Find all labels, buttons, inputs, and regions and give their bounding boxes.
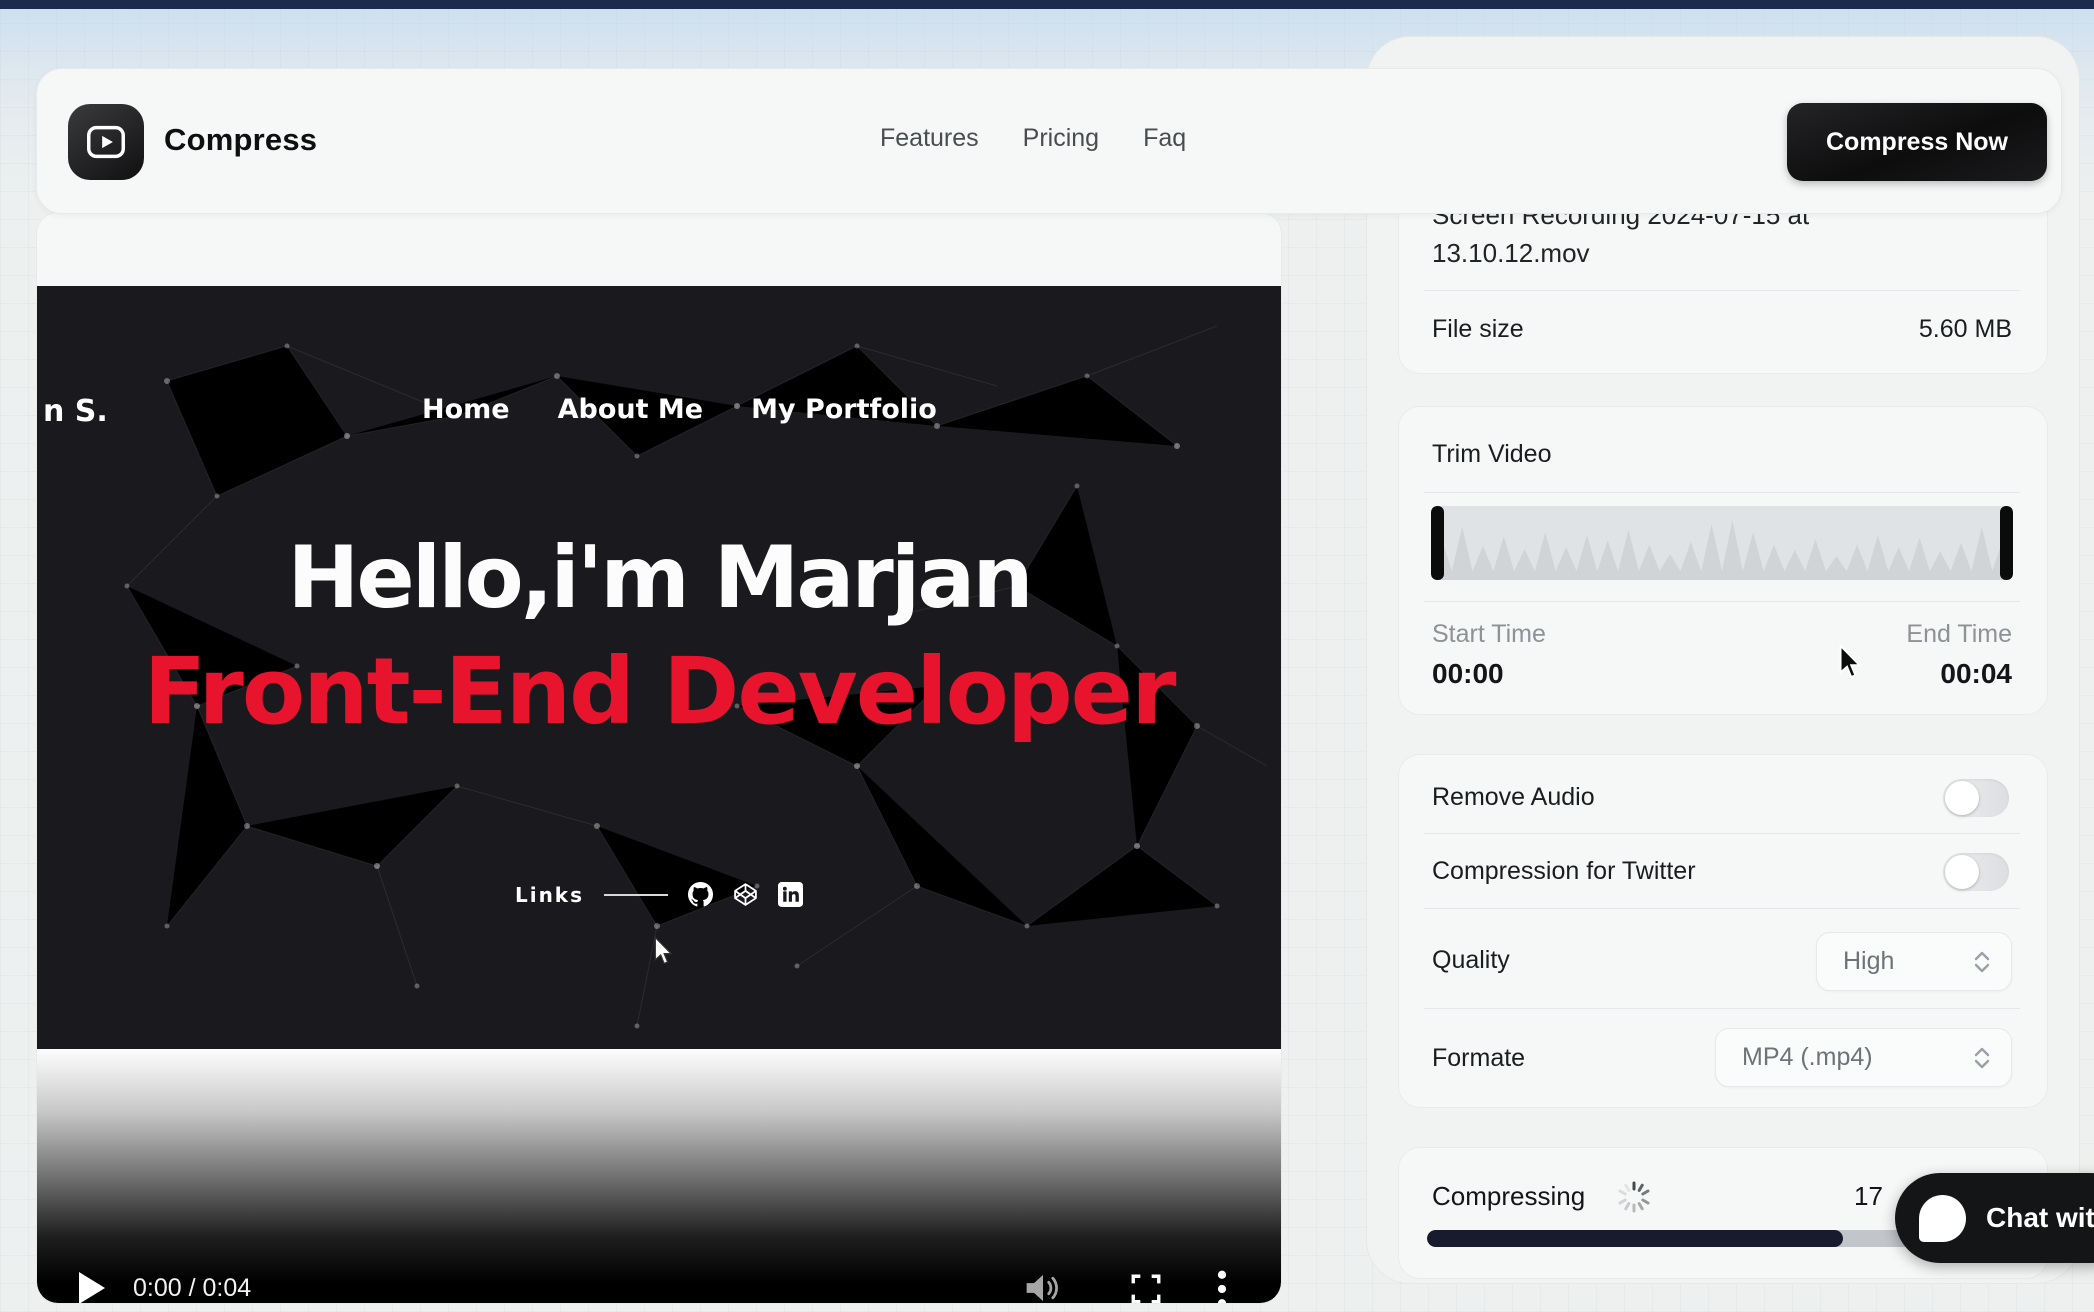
linkedin-icon <box>778 882 803 907</box>
video-player[interactable]: n S. Home About Me My Portfolio Hello,i'… <box>37 286 1281 1303</box>
video-frame-hero: n S. Home About Me My Portfolio Hello,i'… <box>37 286 1281 1049</box>
hero-heading: Hello,i'm Marjan <box>37 528 1281 628</box>
spinner-icon <box>1617 1180 1651 1214</box>
site-nav-portfolio: My Portfolio <box>751 394 937 425</box>
format-select[interactable]: MP4 (.mp4) <box>1715 1028 2012 1087</box>
volume-icon[interactable] <box>1023 1270 1063 1303</box>
trim-end-handle[interactable] <box>2000 506 2013 580</box>
divider <box>1424 290 2020 291</box>
site-logo-fragment: n S. <box>43 394 108 429</box>
file-size-label: File size <box>1432 315 1524 344</box>
controls-gradient-overlay <box>37 1049 1281 1303</box>
divider <box>1424 1008 2020 1009</box>
nav-item-pricing[interactable]: Pricing <box>1023 124 1099 153</box>
top-accent-bar <box>0 0 2094 9</box>
links-divider-line <box>604 894 668 896</box>
trim-start-handle[interactable] <box>1431 506 1444 580</box>
links-label: Links <box>515 883 584 907</box>
fullscreen-icon[interactable] <box>1129 1272 1163 1303</box>
chat-label: Chat wit <box>1986 1202 2094 1234</box>
site-nav: Home About Me My Portfolio <box>422 394 937 425</box>
trim-waveform[interactable] <box>1431 506 2013 580</box>
remove-audio-label: Remove Audio <box>1432 783 1595 812</box>
app-logo[interactable] <box>68 104 144 180</box>
video-preview-card: n S. Home About Me My Portfolio Hello,i'… <box>36 212 1282 1304</box>
brand-title: Compress <box>164 122 317 158</box>
quality-label: Quality <box>1432 946 1510 975</box>
compress-now-button[interactable]: Compress Now <box>1787 103 2047 181</box>
codepen-icon <box>733 882 758 907</box>
site-nav-home: Home <box>422 394 510 425</box>
nav-item-faq[interactable]: Faq <box>1143 124 1186 153</box>
remove-audio-toggle[interactable] <box>1943 779 2009 817</box>
nav-item-features[interactable]: Features <box>880 124 979 153</box>
compression-progress-fill <box>1427 1230 1843 1247</box>
end-time-label: End Time <box>1700 620 2012 649</box>
file-name-line2: 13.10.12.mov <box>1432 234 2012 272</box>
header-nav: Features Pricing Faq <box>880 124 1186 153</box>
chevron-updown-icon <box>1971 949 1993 975</box>
format-label: Formate <box>1432 1044 1525 1073</box>
divider <box>1424 601 2020 602</box>
divider <box>1424 908 2020 909</box>
start-time-label: Start Time <box>1432 620 1546 649</box>
trim-title: Trim Video <box>1432 440 1551 469</box>
divider <box>1424 833 2020 834</box>
toggle-knob <box>1945 781 1979 815</box>
app-screen: Screen Recording 2024-07-15 at 13.10.12.… <box>0 0 2094 1312</box>
chevron-updown-icon <box>1971 1045 1993 1071</box>
format-value: MP4 (.mp4) <box>1742 1043 1873 1072</box>
overflow-menu-icon[interactable] <box>1217 1270 1227 1303</box>
chat-bubble-icon <box>1919 1195 1966 1242</box>
twitter-compression-label: Compression for Twitter <box>1432 857 1696 886</box>
toggle-knob <box>1945 855 1979 889</box>
waveform-graphic <box>1431 506 2013 580</box>
hero-subheading: Front-End Developer <box>37 638 1281 745</box>
links-row: Links <box>37 882 1281 907</box>
video-time-display: 0:00 / 0:04 <box>133 1274 251 1303</box>
github-icon <box>688 882 713 907</box>
play-button[interactable] <box>77 1272 105 1303</box>
quality-select[interactable]: High <box>1816 932 2012 991</box>
site-nav-about: About Me <box>558 394 703 425</box>
twitter-compression-toggle[interactable] <box>1943 853 2009 891</box>
compressing-value: 17 <box>1854 1181 1883 1212</box>
divider <box>1424 492 2020 493</box>
file-size-value: 5.60 MB <box>1700 315 2012 344</box>
start-time-value[interactable]: 00:00 <box>1432 658 1504 690</box>
end-time-value[interactable]: 00:04 <box>1700 658 2012 690</box>
compressing-status: Compressing <box>1432 1181 1585 1212</box>
quality-value: High <box>1843 947 1894 976</box>
chat-widget-button[interactable]: Chat wit <box>1895 1173 2094 1263</box>
video-compress-icon <box>83 119 129 165</box>
